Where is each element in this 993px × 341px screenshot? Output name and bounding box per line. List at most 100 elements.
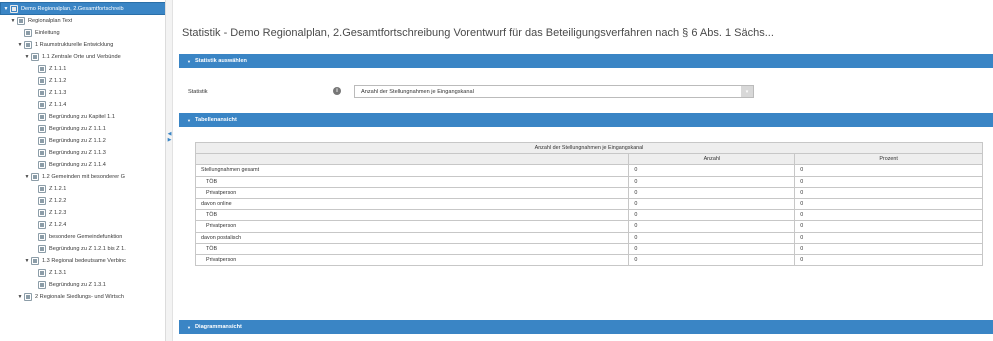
- panel-header-diagramm[interactable]: ▼ Diagrammansicht: [179, 320, 993, 334]
- splitter-arrows-icon[interactable]: ◀ ▶: [167, 131, 172, 143]
- tree-item-label: Begründung zu Z 1.3.1: [49, 281, 106, 288]
- navigation-tree: ▼ Demo Regionalplan, 2.Gesamtfortschreib ▼…: [0, 0, 166, 341]
- tree-item[interactable]: Begründung zu Z 1.1.3: [0, 147, 106, 158]
- chevron-down-icon[interactable]: ▼: [3, 6, 9, 12]
- tree-item[interactable]: Einleitung: [0, 27, 60, 38]
- document-icon: [31, 52, 39, 61]
- select-toggle-icon[interactable]: ▾: [741, 86, 753, 97]
- tree-item[interactable]: ▼ Regionalplan Text: [0, 15, 72, 26]
- tree-item-label: Z 1.1.4: [49, 101, 67, 108]
- statistics-table: Anzahl der Stellungnahmen je Eingangskan…: [194, 141, 983, 267]
- tree-item-label: Begründung zu Kapitel 1.1: [49, 113, 115, 120]
- table-row: Stellungnahmen gesamt 0 0: [194, 164, 983, 177]
- table-row: TÖB 0 0: [194, 209, 983, 222]
- table-cell-label: TÖB: [194, 175, 630, 188]
- chevron-down-icon[interactable]: ▼: [24, 174, 30, 180]
- tree-item[interactable]: ▼ 1.3 Regional bedeutsame Verbinc: [0, 255, 126, 266]
- document-icon: [38, 268, 46, 277]
- document-icon: [38, 244, 46, 253]
- chevron-down-icon[interactable]: ▼: [24, 258, 30, 264]
- document-icon: [38, 64, 46, 73]
- document-icon: [38, 124, 46, 133]
- tree-item[interactable]: Begründung zu Z 1.1.2: [0, 135, 106, 146]
- tree-item-label: Z 1.3.1: [49, 269, 67, 276]
- tree-item[interactable]: Z 1.2.1: [0, 183, 66, 194]
- chevron-down-icon[interactable]: ▼: [17, 42, 23, 48]
- tree-item[interactable]: Z 1.1.1: [0, 63, 66, 74]
- table-cell-prozent: 0: [794, 231, 983, 244]
- table-cell-label: davon postalisch: [194, 231, 630, 244]
- panel-header-label: Diagrammansicht: [194, 324, 242, 330]
- chevron-down-icon[interactable]: ▼: [24, 54, 30, 60]
- tree-item[interactable]: Begründung zu Z 1.1.4: [0, 159, 106, 170]
- tree-item-label: Begründung zu Z 1.1.4: [49, 161, 106, 168]
- table-cell-anzahl: 0: [628, 209, 796, 222]
- tree-item[interactable]: Z 1.2.4: [0, 219, 66, 230]
- page-title: Statistik - Demo Regionalplan, 2.Gesamtf…: [182, 27, 774, 39]
- tree-item[interactable]: Z 1.1.3: [0, 87, 66, 98]
- document-icon: [24, 28, 32, 37]
- document-icon: [38, 112, 46, 121]
- document-icon: [38, 208, 46, 217]
- tree-item[interactable]: Begründung zu Z 1.2.1 bis Z 1.: [0, 243, 126, 254]
- document-icon: [38, 100, 46, 109]
- tree-item-label: 2 Regionale Siedlungs- und Wirtsch: [35, 293, 124, 300]
- statistik-label: Statistik: [188, 89, 208, 95]
- table-cell-anzahl: 0: [628, 197, 796, 211]
- tree-item[interactable]: Begründung zu Z 1.1.1: [0, 123, 106, 134]
- panel-header-statistik[interactable]: ▼ Statistik auswählen: [179, 54, 993, 68]
- tree-item[interactable]: ▼ 1 Raumstrukturelle Entwicklung: [0, 39, 113, 50]
- document-icon: [38, 220, 46, 229]
- table-caption: Anzahl der Stellungnahmen je Eingangskan…: [195, 141, 983, 155]
- tree-item[interactable]: ▼ Demo Regionalplan, 2.Gesamtfortschreib: [0, 2, 165, 15]
- tree-item-label: Z 1.2.1: [49, 185, 67, 192]
- statistik-row: Statistik i Anzahl der Stellungnahmen je…: [179, 76, 993, 108]
- tree-item[interactable]: ▼ 2 Regionale Siedlungs- und Wirtsch: [0, 291, 124, 302]
- tree-item[interactable]: Z 1.3.1: [0, 267, 66, 278]
- document-icon: [38, 232, 46, 241]
- document-icon: [38, 184, 46, 193]
- tree-item-label: Z 1.1.3: [49, 89, 67, 96]
- table-header-anzahl: Anzahl: [628, 153, 796, 166]
- tree-item[interactable]: Begründung zu Z 1.3.1: [0, 279, 106, 290]
- tree-item-label: Z 1.2.3: [49, 209, 67, 216]
- tree-item[interactable]: Begründung zu Kapitel 1.1: [0, 111, 115, 122]
- sidebar-splitter[interactable]: ◀ ▶: [166, 0, 173, 341]
- document-icon: [38, 88, 46, 97]
- tree-item-label: Z 1.2.4: [49, 221, 67, 228]
- table-row: davon postalisch 0 0: [194, 231, 983, 244]
- tree-item-label: 1.1 Zentrale Orte und Verbünde: [42, 53, 121, 60]
- tree-item-label: 1.2 Gemeinden mit besonderer G: [42, 173, 126, 180]
- tree-item-label: Demo Regionalplan, 2.Gesamtfortschreib: [21, 5, 124, 12]
- tree-item-label: 1.3 Regional bedeutsame Verbinc: [42, 257, 126, 264]
- table-cell-label: Privatperson: [194, 253, 630, 267]
- tree-item[interactable]: besondere Gemeindefunktion: [0, 231, 122, 242]
- tree-item[interactable]: Z 1.2.3: [0, 207, 66, 218]
- info-icon[interactable]: i: [333, 87, 341, 95]
- chevron-down-icon[interactable]: ▼: [10, 18, 16, 24]
- tree-item-label: Begründung zu Z 1.1.3: [49, 149, 106, 156]
- chevron-down-icon[interactable]: ▼: [17, 294, 23, 300]
- table-cell-label: Privatperson: [194, 186, 630, 199]
- tree-item[interactable]: ▼ 1.1 Zentrale Orte und Verbünde: [0, 51, 121, 62]
- statistik-select[interactable]: Anzahl der Stellungnahmen je Eingangskan…: [354, 85, 754, 98]
- tree-item[interactable]: Z 1.2.2: [0, 195, 66, 206]
- panel-header-tabelle[interactable]: ▼ Tabellenansicht: [179, 113, 993, 127]
- tree-item[interactable]: ▼ 1.2 Gemeinden mit besonderer G: [0, 171, 125, 182]
- tree-item-label: Z 1.2.2: [49, 197, 67, 204]
- main-content: Statistik - Demo Regionalplan, 2.Gesamtf…: [173, 0, 993, 341]
- tree-item[interactable]: Z 1.1.2: [0, 75, 66, 86]
- chevron-down-icon: ▼: [187, 324, 191, 330]
- table-cell-label: davon online: [194, 197, 630, 211]
- tree-item[interactable]: Z 1.1.4: [0, 99, 66, 110]
